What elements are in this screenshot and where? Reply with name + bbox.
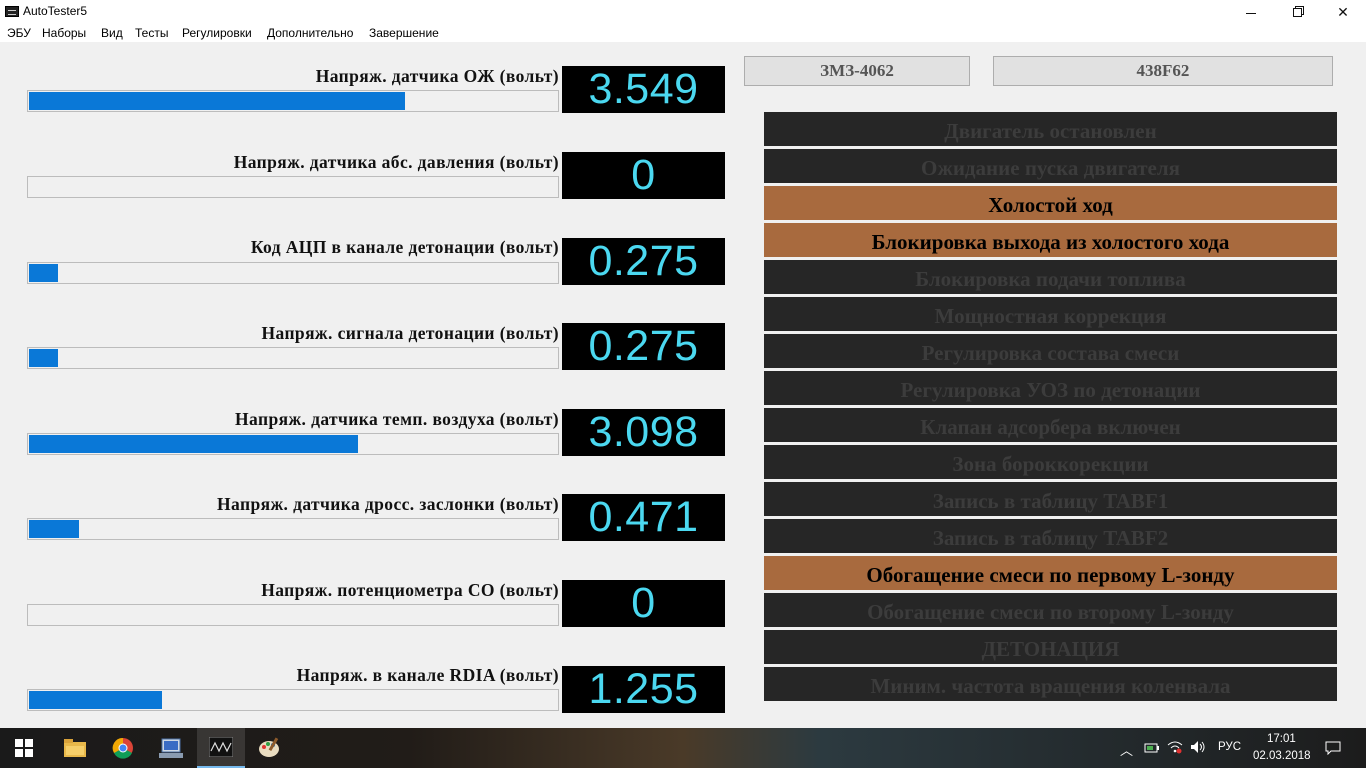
status-indicator: Ожидание пуска двигателя <box>764 149 1337 183</box>
clock-time[interactable]: 17:01 <box>1267 733 1296 745</box>
file-explorer-button[interactable] <box>51 728 99 768</box>
paint-icon <box>259 737 279 757</box>
volume-icon[interactable] <box>1190 740 1206 754</box>
minimize-icon <box>1246 12 1256 14</box>
maximize-button[interactable] <box>1274 0 1320 24</box>
start-icon <box>15 739 33 757</box>
notification-icon[interactable] <box>1325 741 1341 755</box>
gauge-bar <box>27 90 559 112</box>
status-indicator: Миним. частота вращения коленвала <box>764 667 1337 701</box>
status-indicator: Запись в таблицу TABF1 <box>764 482 1337 516</box>
gauge-label: Напряж. в канале RDIA (вольт) <box>296 665 559 685</box>
menu-finish[interactable]: Завершение <box>369 26 439 40</box>
language-indicator[interactable]: РУС <box>1218 741 1241 753</box>
gauge-fill <box>29 520 79 538</box>
window-title: AutoTester5 <box>23 4 88 18</box>
gauge-fill <box>29 349 58 367</box>
gauge-bar <box>27 347 559 369</box>
status-indicator: Регулировка УОЗ по детонации <box>764 371 1337 405</box>
gauge-value: 3.549 <box>562 65 725 113</box>
gauge-fill <box>29 264 58 282</box>
gauge-value: 0 <box>562 151 725 199</box>
gauge-value: 3.098 <box>562 408 725 456</box>
menu-sets[interactable]: Наборы <box>42 26 86 40</box>
close-button[interactable]: ✕ <box>1320 0 1366 24</box>
close-icon: ✕ <box>1337 3 1349 20</box>
gauge-label: Напряж. датчика дросс. заслонки (вольт) <box>217 494 559 514</box>
menu-ebu[interactable]: ЭБУ <box>7 26 31 40</box>
menu-additional[interactable]: Дополнительно <box>267 26 353 40</box>
start-button[interactable] <box>0 728 48 768</box>
clock-date[interactable]: 02.03.2018 <box>1253 750 1311 762</box>
menu-view[interactable]: Вид <box>101 26 123 40</box>
status-indicator: Обогащение смеси по второму L-зонду <box>764 593 1337 627</box>
minimize-button[interactable] <box>1228 0 1274 24</box>
status-indicator: Блокировка выхода из холостого хода <box>764 223 1337 257</box>
menu-adjustments[interactable]: Регулировки <box>182 26 252 40</box>
gauge-value: 0 <box>562 579 725 627</box>
menu-bar: ЭБУ Наборы Вид Тесты Регулировки Дополни… <box>0 24 1366 42</box>
gauge-label: Код АЦП в канале детонации (вольт) <box>250 237 559 257</box>
status-indicator: Холостой ход <box>764 186 1337 220</box>
status-indicator: Регулировка состава смеси <box>764 334 1337 368</box>
chrome-button[interactable] <box>99 728 147 768</box>
gauge-bar <box>27 433 559 455</box>
status-indicator: Зона бороккорекции <box>764 445 1337 479</box>
gauge-fill <box>29 691 162 709</box>
gauge-bar <box>27 689 559 711</box>
status-indicator: Мощностная коррекция <box>764 297 1337 331</box>
taskbar: ︿ РУС 17:01 02.03.2018 <box>0 728 1366 768</box>
gauge-fill <box>29 92 405 110</box>
gauge-bar <box>27 518 559 540</box>
gauge-label: Напряж. сигнала детонации (вольт) <box>261 323 559 343</box>
gauge-bar <box>27 604 559 626</box>
file-explorer-icon <box>64 739 86 757</box>
gauge-label: Напряж. датчика абс. давления (вольт) <box>233 152 559 172</box>
status-indicator: ДЕТОНАЦИЯ <box>764 630 1337 664</box>
gauge-label: Напряж. датчика ОЖ (вольт) <box>315 66 559 86</box>
chrome-icon <box>112 737 133 759</box>
network-app-button[interactable] <box>147 728 195 768</box>
battery-icon[interactable] <box>1144 741 1160 755</box>
menu-tests[interactable]: Тесты <box>135 26 168 40</box>
status-indicator: Двигатель остановлен <box>764 112 1337 146</box>
title-bar: AutoTester5 ✕ <box>0 0 1366 24</box>
network-app-icon <box>159 738 183 758</box>
gauge-bar <box>27 176 559 198</box>
gauge-fill <box>29 435 358 453</box>
engine-model-box: ЗМЗ-4062 <box>744 56 970 86</box>
gauge-value: 1.255 <box>562 665 725 713</box>
status-indicator: Запись в таблицу TABF2 <box>764 519 1337 553</box>
status-indicator: Клапан адсорбера включен <box>764 408 1337 442</box>
status-indicator: Обогащение смеси по первому L-зонду <box>764 556 1337 590</box>
gauge-label: Напряж. потенциометра СО (вольт) <box>261 580 559 600</box>
chevron-up-icon[interactable]: ︿ <box>1120 740 1133 759</box>
gauge-value: 0.275 <box>562 322 725 370</box>
wifi-off-icon[interactable] <box>1167 740 1183 754</box>
app-icon <box>5 6 19 17</box>
maximize-icon <box>1292 7 1302 17</box>
autotester-icon <box>209 737 233 757</box>
gauge-value: 0.275 <box>562 237 725 285</box>
gauge-bar <box>27 262 559 284</box>
gauge-value: 0.471 <box>562 493 725 541</box>
autotester-button[interactable] <box>197 728 245 768</box>
firmware-box: 438F62 <box>993 56 1333 86</box>
status-indicator: Блокировка подачи топлива <box>764 260 1337 294</box>
paint-button[interactable] <box>246 728 294 768</box>
gauge-label: Напряж. датчика темп. воздуха (вольт) <box>235 409 559 429</box>
